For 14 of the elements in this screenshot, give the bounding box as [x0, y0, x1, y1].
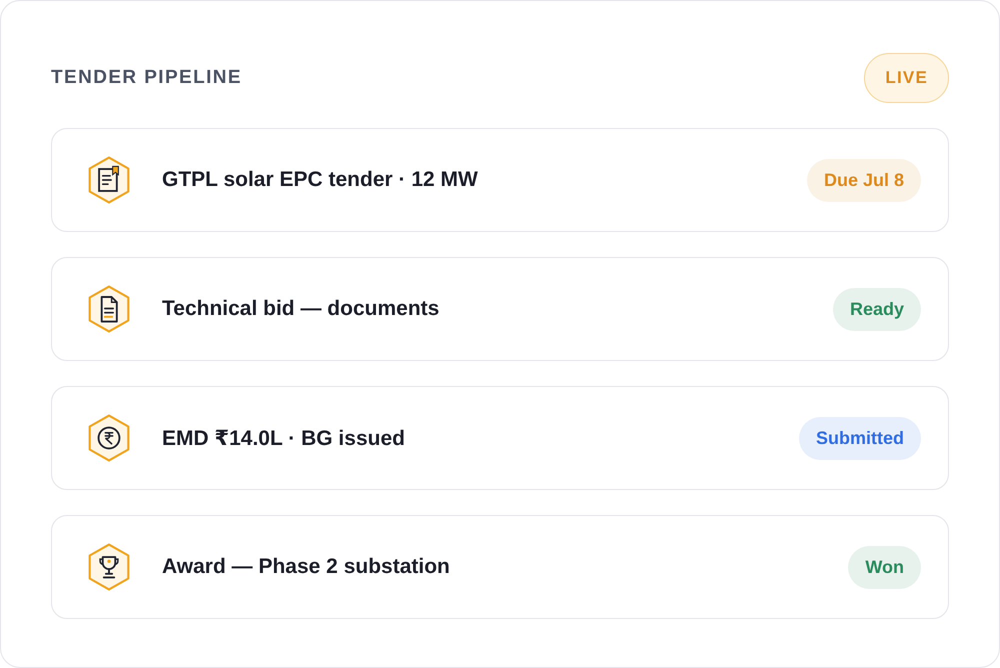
status-badge: Due Jul 8	[806, 158, 921, 202]
row-title: EMD ₹14.0L · BG issued	[162, 426, 406, 450]
row-title: GTPL solar EPC tender · 12 MW	[162, 168, 479, 192]
panel-title: TENDER PIPELINE	[51, 67, 242, 89]
status-badge: Submitted	[799, 416, 921, 460]
document-bookmark-icon	[88, 156, 130, 204]
document-icon	[88, 285, 130, 333]
row-title: Technical bid — documents	[162, 297, 440, 321]
status-badge: Ready	[832, 288, 921, 330]
status-badge: Won	[848, 546, 921, 588]
live-badge: LIVE	[864, 53, 949, 103]
trophy-icon	[88, 543, 130, 591]
rupee-coin-icon	[88, 414, 130, 462]
row-title: Award — Phase 2 substation	[162, 555, 451, 579]
